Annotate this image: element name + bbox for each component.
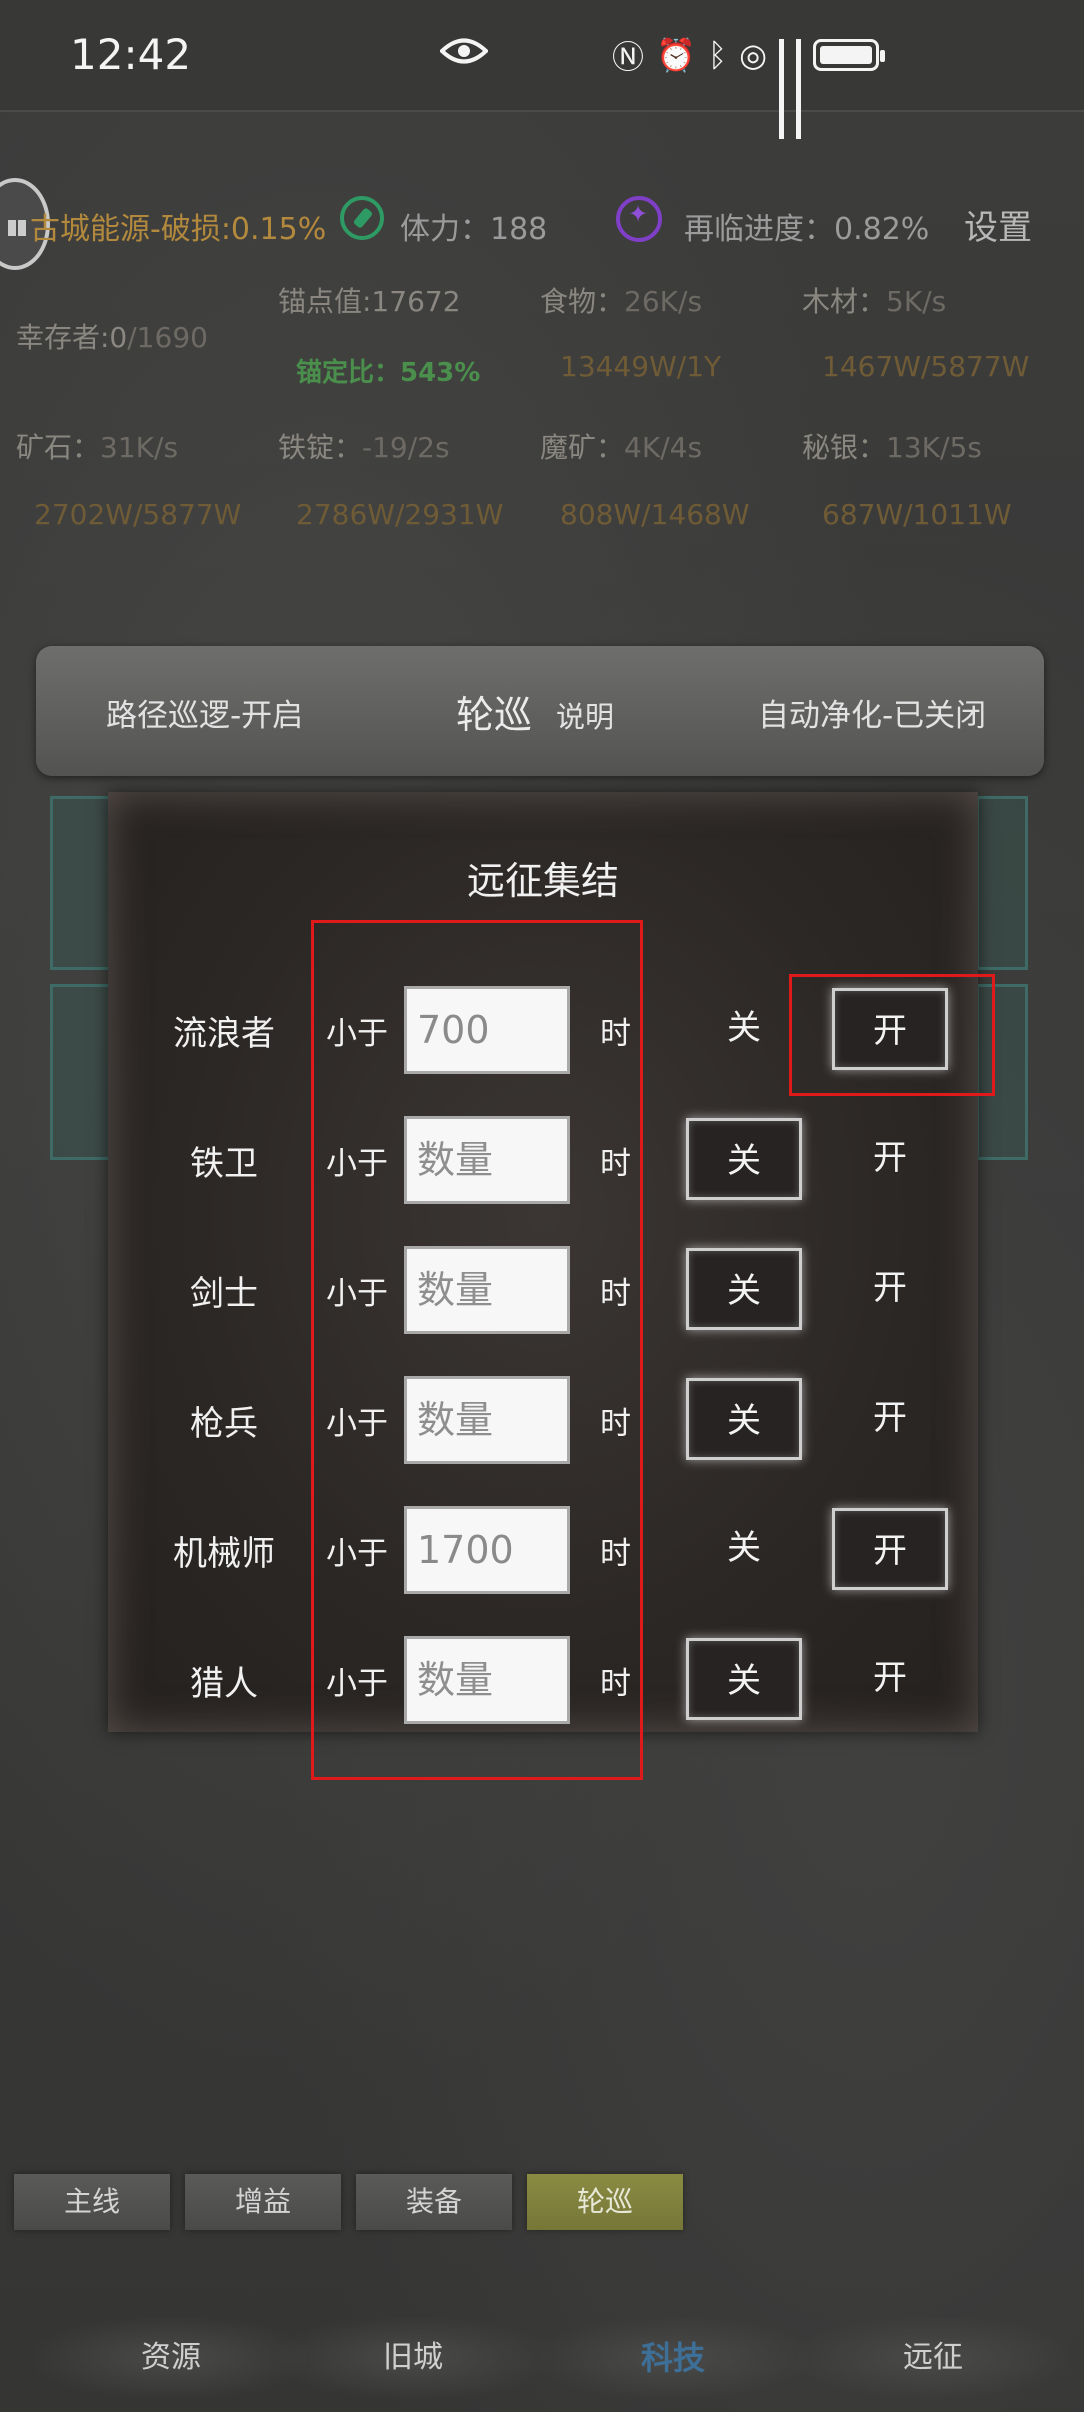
off-button[interactable]: 关	[686, 988, 802, 1070]
off-button[interactable]: 关	[686, 1508, 802, 1590]
tab-patrol[interactable]: 轮巡	[527, 2174, 683, 2230]
patrol-title: 轮巡	[456, 693, 533, 737]
battery-icon	[812, 39, 885, 71]
anchor-ratio: 锚定比：543%	[296, 358, 481, 388]
food-total: 13449W/1Y	[560, 350, 722, 383]
ore-total: 2702W/5877W	[34, 498, 242, 531]
auto-purify-toggle[interactable]: 自动净化-已关闭	[758, 690, 986, 735]
off-button[interactable]: 关	[686, 1638, 802, 1720]
path-patrol-toggle[interactable]: 路径巡逻-开启	[106, 690, 303, 735]
off-button[interactable]: 关	[686, 1248, 802, 1330]
dialog-title: 远征集结	[466, 859, 619, 903]
magic-ore-label: 魔矿：	[540, 431, 625, 464]
bottom-nav: 资源 旧城 科技 远征	[0, 2290, 1084, 2412]
help-link[interactable]: 说明	[556, 694, 614, 736]
on-button[interactable]: 开	[832, 1378, 948, 1460]
magic-ore-stat: 魔矿：4K/4s	[540, 426, 702, 466]
unit-name: 铁卫	[190, 1144, 258, 1184]
anchor-value: 锚点值:17672	[278, 285, 461, 318]
compass-icon	[340, 196, 384, 240]
mithril-label: 秘银：	[802, 431, 887, 464]
tab-equipment[interactable]: 装备	[356, 2174, 512, 2230]
unit-name: 枪兵	[190, 1404, 258, 1444]
nav-old-city[interactable]: 旧城	[278, 2318, 548, 2398]
stamina-value: 188	[490, 212, 548, 247]
eye-icon	[440, 38, 488, 64]
inputs-highlight-box	[311, 920, 643, 1780]
status-bar: 12:42 Ⓝ ⏰ ᛒ ◎	[0, 0, 1084, 139]
food-stat: 食物：26K/s	[540, 280, 702, 320]
bluetooth-icon: ᛒ	[707, 36, 728, 74]
tab-buff[interactable]: 增益	[185, 2174, 341, 2230]
alarm-icon: ⏰	[656, 36, 696, 74]
progress-label: 再临进度：	[684, 212, 834, 247]
survivors-max: /1690	[127, 321, 208, 354]
nav-resources[interactable]: 资源	[36, 2318, 306, 2398]
background-panel	[50, 796, 116, 970]
patrol-bar: 路径巡逻-开启 轮巡 说明 自动净化-已关闭	[36, 646, 1044, 776]
wood-total: 1467W/5877W	[822, 350, 1030, 383]
progress-value: 0.82%	[834, 212, 930, 247]
background-panel	[50, 984, 116, 1160]
ore-stat: 矿石：31K/s	[16, 426, 178, 466]
magic-ore-total: 808W/1468W	[560, 498, 750, 531]
progress-icon	[616, 196, 662, 242]
unit-name: 剑士	[190, 1274, 258, 1314]
off-button[interactable]: 关	[686, 1378, 802, 1460]
unit-name: 猎人	[190, 1664, 258, 1704]
wood-rate: 5K/s	[886, 285, 947, 318]
mithril-stat: 秘银：13K/5s	[802, 426, 982, 466]
wood-label: 木材：	[802, 285, 887, 318]
unit-name: 流浪者	[173, 1014, 275, 1054]
mithril-total: 687W/1011W	[822, 498, 1012, 531]
survivors-stat: 幸存者:0/1690	[16, 316, 208, 356]
status-time: 12:42	[70, 30, 192, 79]
on-button[interactable]: 开	[832, 1508, 948, 1590]
settings-button[interactable]: 设置	[964, 200, 1032, 249]
unit-name: 机械师	[173, 1534, 275, 1574]
mithril-rate: 13K/5s	[886, 431, 982, 464]
stamina-stat: 体力：188	[400, 204, 547, 248]
magic-ore-rate: 4K/4s	[624, 431, 703, 464]
energy-status: 古城能源-破损:0.15%	[30, 212, 327, 247]
off-button[interactable]: 关	[686, 1118, 802, 1200]
on-button[interactable]: 开	[832, 1248, 948, 1330]
hotspot-icon: ◎	[739, 36, 767, 74]
food-label: 食物：	[540, 285, 625, 318]
tab-mainline[interactable]: 主线	[14, 2174, 170, 2230]
ingot-total: 2786W/2931W	[296, 498, 504, 531]
signal-icon	[795, 39, 801, 139]
ore-rate: 31K/s	[100, 431, 179, 464]
ore-label: 矿石：	[16, 431, 101, 464]
ingot-rate: -19/2s	[362, 431, 450, 464]
stamina-label: 体力：	[400, 212, 490, 247]
food-rate: 26K/s	[624, 285, 703, 318]
toggle-highlight-box	[789, 974, 995, 1096]
survivors-label: 幸存者:0	[16, 321, 128, 354]
nav-expedition[interactable]: 远征	[798, 2318, 1068, 2398]
nav-technology[interactable]: 科技	[538, 2318, 808, 2398]
progress-stat: 再临进度：0.82%	[684, 204, 929, 248]
ingot-label: 铁锭：	[278, 431, 363, 464]
on-button[interactable]: 开	[832, 1118, 948, 1200]
on-button[interactable]: 开	[832, 1638, 948, 1720]
wood-stat: 木材：5K/s	[802, 280, 946, 320]
ingot-stat: 铁锭：-19/2s	[278, 426, 450, 466]
nfc-icon: Ⓝ	[612, 38, 645, 76]
background-panel	[976, 796, 1028, 970]
signal-icon	[778, 39, 784, 139]
